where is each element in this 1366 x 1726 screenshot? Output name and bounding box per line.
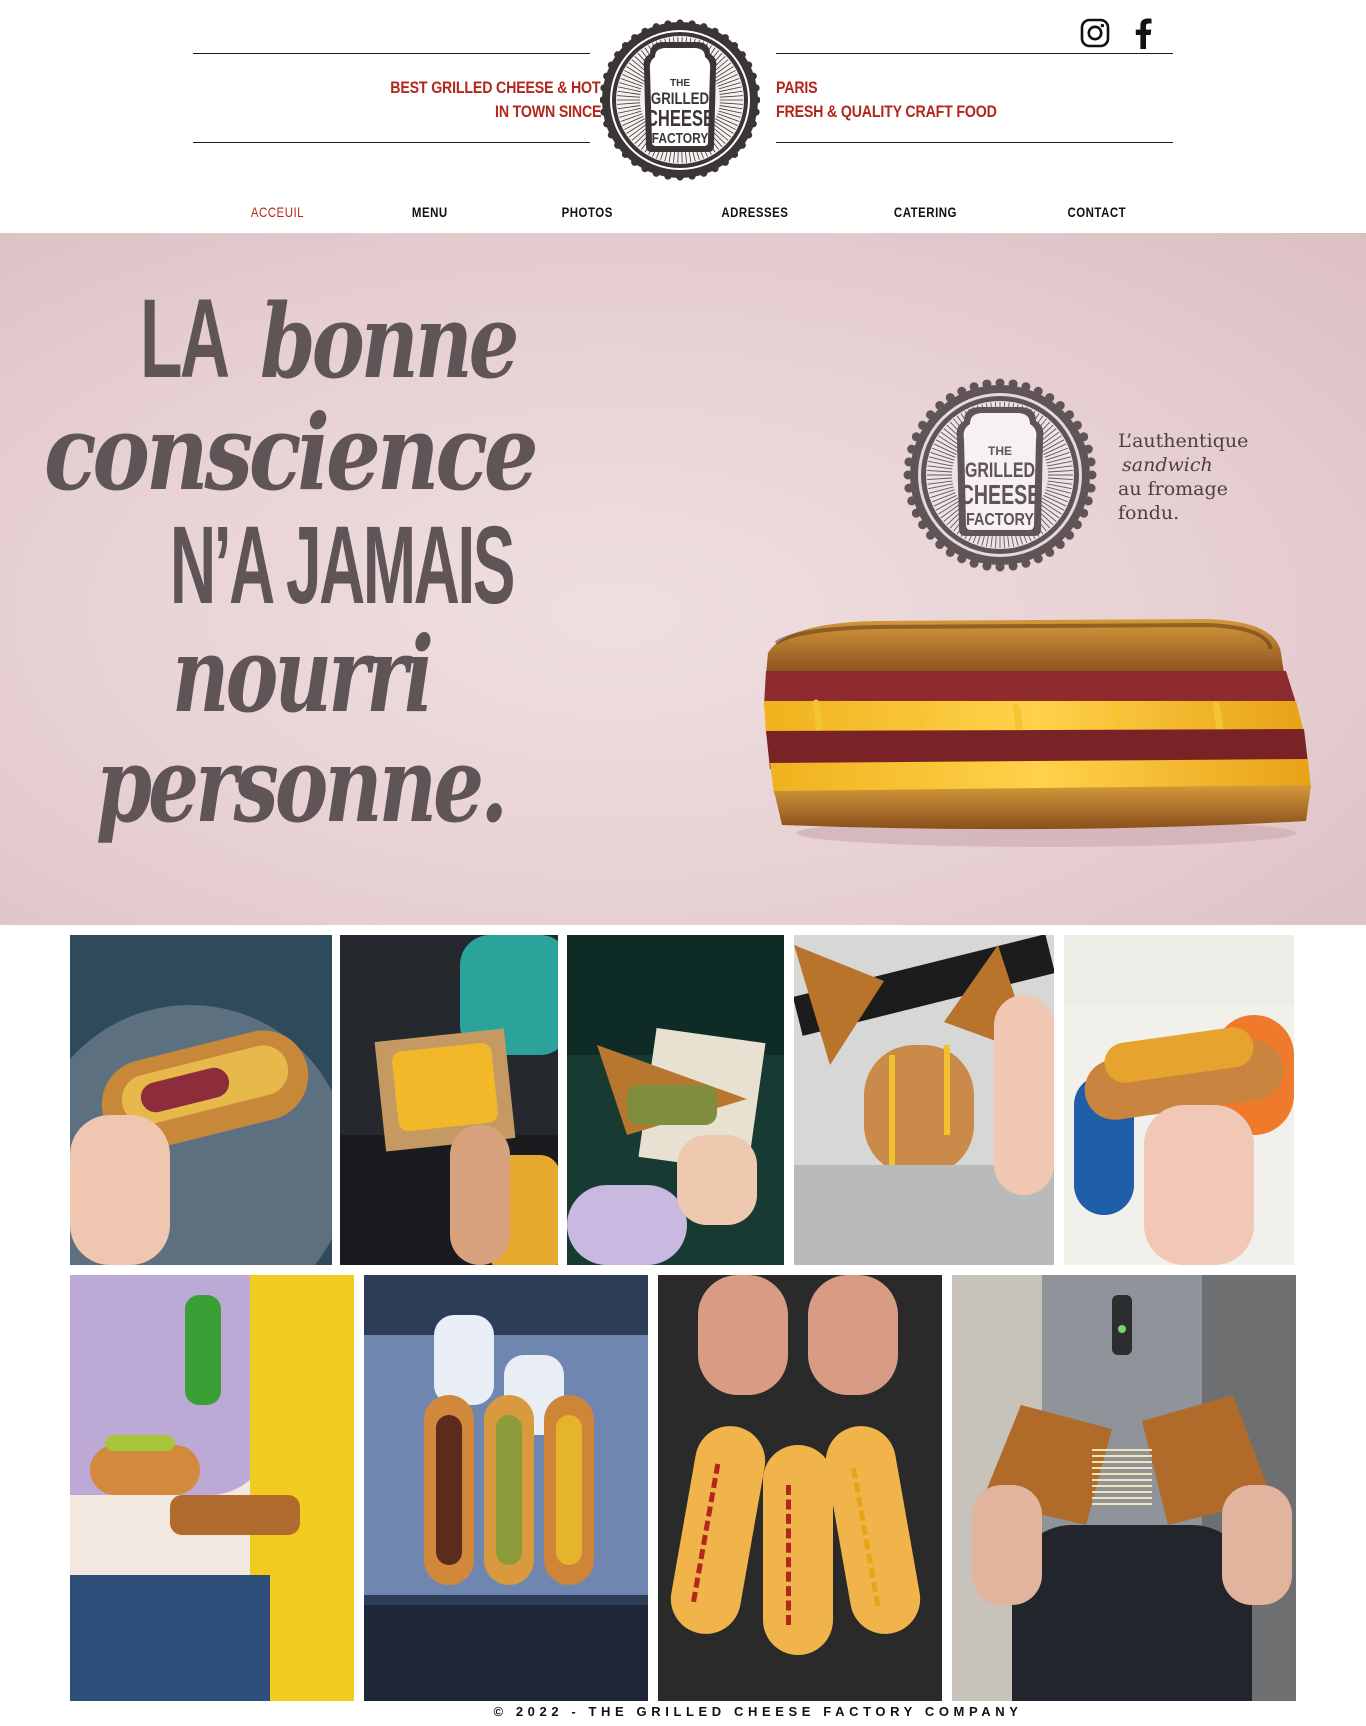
tagline-left: BEST GRILLED CHEESE & HOT DOG IN TOWN SI…	[381, 76, 636, 124]
gallery-photo-three-hotdogs[interactable]	[364, 1275, 648, 1701]
hero-headline: LA bonne conscience N’A JAMAIS nourri pe…	[0, 233, 820, 925]
header-rule-bottom-right	[776, 142, 1173, 143]
hero-logo-text-the: THE	[988, 444, 1012, 458]
hero-line-1: LA	[140, 276, 230, 401]
logo-text-the: THE	[670, 78, 690, 89]
logo-text-factory: FACTORY	[652, 130, 709, 147]
hero-tagline: L’authentique sandwich au fromage fondu.	[1118, 429, 1248, 525]
gallery-photo-grilled-cheese-held[interactable]	[70, 935, 332, 1265]
hero-logo-emblem: THE GRILLED CHEESE FACTORY	[903, 378, 1097, 572]
grilled-cheese-sandwich-image	[764, 619, 1311, 847]
tagline-left-line-1: BEST GRILLED CHEESE & HOT DOG	[390, 79, 636, 97]
hero-tagline-line-2: sandwich	[1122, 454, 1213, 476]
hero-line-6: personne.	[96, 723, 508, 846]
hero-logo-text-factory: FACTORY	[966, 510, 1034, 530]
main-nav: ACCEUIL MENU PHOTOS ADRESSES CATERING CO…	[0, 196, 1366, 230]
hero-logo-text-grilled: GRILLED	[965, 458, 1035, 482]
hero-tagline-line-3: au fromage	[1118, 478, 1228, 500]
nav-item-catering[interactable]: CATERING	[894, 204, 957, 220]
gallery-photo-hotdog-and-friends[interactable]	[70, 1275, 354, 1701]
gallery-photo-mac-and-cheese-box[interactable]	[340, 935, 558, 1265]
brand-logo[interactable]: THE GRILLED CHEESE FACTORY	[599, 18, 761, 183]
instagram-link[interactable]	[1078, 16, 1112, 50]
footer-copyright: © 2022 - THE GRILLED CHEESE FACTORY COMP…	[493, 1704, 1023, 1719]
hero-tagline-line-1: L’authentique	[1118, 430, 1249, 452]
tagline-right-line-2: FRESH & QUALITY CRAFT FOOD	[776, 103, 997, 121]
tagline-right: PARIS FRESH & QUALITY CRAFT FOOD	[776, 76, 1034, 124]
gallery-photo-dog-cheese-pull[interactable]	[794, 935, 1054, 1265]
header-rule-top-left	[193, 53, 590, 54]
nav-item-adresses[interactable]: ADRESSES	[721, 204, 788, 220]
tagline-right-line-1: PARIS	[776, 79, 818, 97]
header-rule-bottom-left	[193, 142, 590, 143]
nav-item-contact[interactable]: CONTACT	[1067, 204, 1126, 220]
brand-logo-emblem: THE GRILLED CHEESE FACTORY	[599, 19, 761, 181]
nav-item-photos[interactable]: PHOTOS	[562, 204, 613, 220]
hero-logo-text-cheese: CHEESE	[960, 480, 1041, 511]
gallery-photo-mac-and-cheese-hotdog[interactable]	[1064, 935, 1294, 1265]
instagram-icon	[1080, 18, 1110, 48]
hero-banner: LA bonne conscience N’A JAMAIS nourri pe…	[0, 233, 1366, 925]
tagline-left-line-2: IN TOWN SINCE 2014	[495, 103, 636, 121]
gallery-photo-grilled-cheese-wrapped[interactable]	[567, 935, 784, 1265]
hero-line-2: bonne	[260, 282, 519, 402]
gallery-photo-cheese-pull-street[interactable]	[952, 1275, 1296, 1701]
gallery-photo-corn-dogs[interactable]	[658, 1275, 942, 1701]
hero-line-3: conscience	[44, 391, 539, 514]
site-footer: © 2022 - THE GRILLED CHEESE FACTORY COMP…	[0, 1702, 1366, 1724]
facebook-icon	[1135, 18, 1152, 49]
header-rule-top-right	[776, 53, 1173, 54]
site-header: BEST GRILLED CHEESE & HOT DOG IN TOWN SI…	[0, 0, 1366, 233]
hero-tagline-line-4: fondu.	[1118, 502, 1180, 524]
nav-item-acceuil[interactable]: ACCEUIL	[251, 204, 304, 220]
hero-line-5: nourri	[172, 613, 434, 736]
hero-line-4: N’A JAMAIS	[170, 504, 515, 627]
logo-text-cheese: CHEESE	[646, 106, 714, 131]
nav-item-menu[interactable]: MENU	[412, 204, 448, 220]
facebook-link[interactable]	[1128, 16, 1158, 50]
